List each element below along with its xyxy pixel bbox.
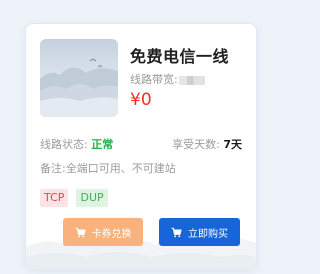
bandwidth-row: 线路带宽: (130, 71, 205, 87)
product-thumbnail (40, 39, 118, 117)
tag-dup: DUP (76, 189, 108, 207)
days-label: 享受天数: (172, 138, 220, 151)
tag-tcp: TCP (40, 189, 69, 207)
coupon-exchange-label: 卡券兑换 (91, 228, 132, 240)
protocol-tags: TCP DUP (40, 186, 111, 207)
line-status: 线路状态: 正常 (40, 136, 113, 152)
product-title: 免费电信一线 (130, 47, 230, 66)
days-value: 7天 (223, 138, 242, 151)
product-card: 免费电信一线 线路带宽: ¥0 线路状态: 正常 享受天数: 7天 备注:全端口… (25, 23, 257, 270)
bandwidth-label: 线路带宽: (130, 73, 178, 86)
enjoy-days: 享受天数: 7天 (172, 136, 242, 152)
cart-icon (75, 227, 86, 237)
price: ¥0 (130, 90, 152, 110)
buy-now-button[interactable]: 立即购买 (159, 218, 240, 246)
remark: 备注:全端口可用、不可建站 (40, 162, 176, 175)
cart-icon (171, 227, 182, 237)
status-label: 线路状态: (40, 138, 88, 151)
status-value: 正常 (91, 138, 114, 151)
bandwidth-value-redacted (178, 75, 205, 85)
coupon-exchange-button[interactable]: 卡券兑换 (63, 218, 143, 246)
buy-now-label: 立即购买 (188, 228, 228, 240)
